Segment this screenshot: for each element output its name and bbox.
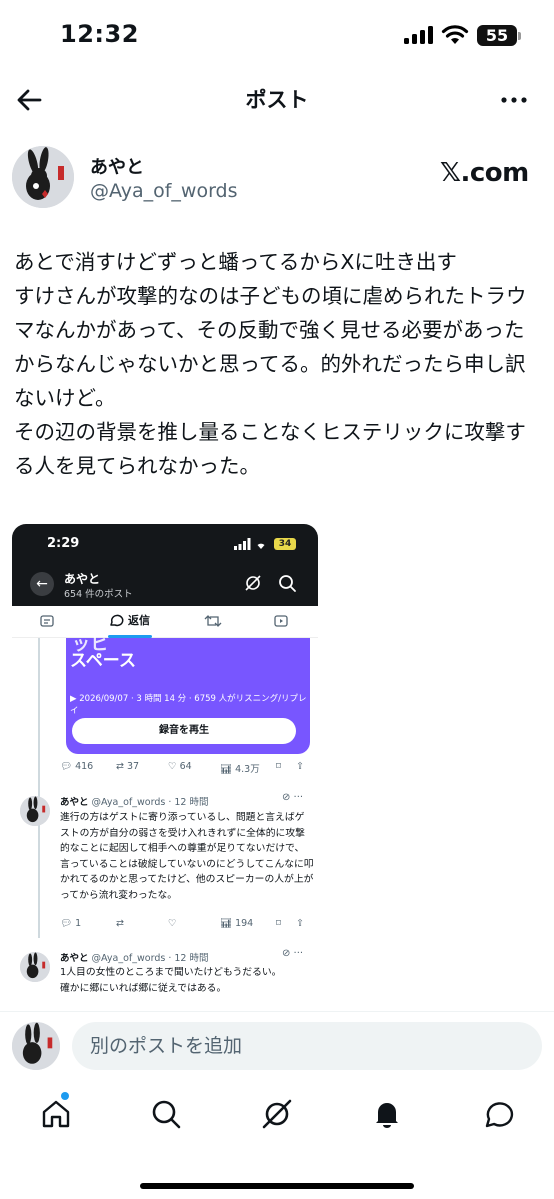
bookmark-icon: ⌑	[276, 918, 281, 929]
embedded-reply1-more-icon: ⊘ ···	[282, 792, 304, 803]
embedded-reply1-views: 📊︎ 194	[220, 918, 254, 929]
avatar-rabbit-image	[12, 146, 74, 208]
embedded-post-count: 654 件のポスト	[64, 589, 133, 600]
wifi-icon	[441, 25, 469, 44]
status-time: 12:32	[60, 20, 139, 48]
battery-icon: 55	[477, 25, 517, 46]
battery-cap	[518, 32, 521, 40]
author-handle[interactable]: @Aya_of_words	[90, 180, 238, 202]
search-icon[interactable]	[148, 1096, 184, 1132]
composer-avatar	[12, 1022, 60, 1070]
embedded-reply-tab-icon	[110, 614, 124, 627]
embedded-reply1-name: あやと	[60, 797, 89, 808]
notifications-icon[interactable]	[369, 1096, 405, 1132]
embedded-reply2-avatar	[20, 952, 50, 982]
source-label: 𝕏.com	[440, 158, 529, 188]
repost-icon: ⇄	[116, 761, 124, 772]
space-card-meta-text: 2026/09/07 · 3 時間 14 分 · 6759 人がリスニング/リプ…	[70, 694, 307, 716]
author-avatar[interactable]	[12, 146, 74, 208]
embedded-reply1-replies: 💬︎ 1	[60, 918, 82, 929]
messages-icon[interactable]	[480, 1096, 516, 1132]
bottom-nav	[0, 1086, 554, 1146]
embedded-status-time: 2:29	[47, 536, 80, 551]
embedded-reply2-header: あやと @Aya_of_words · 12 時間	[60, 950, 208, 964]
embedded-like-count: ♡ 64	[168, 761, 192, 772]
like-icon: ♡	[168, 761, 177, 772]
views-icon: 📊︎	[220, 764, 233, 775]
embedded-reply1-text: 進行の方はゲストに寄り添っているし、問題と言えばゲストの方が自分の弱さを受け入れ…	[60, 812, 314, 901]
like-icon: ♡	[168, 918, 177, 929]
status-bar: 12:32 55	[0, 0, 554, 70]
embedded-view-count: 📊︎ 4.3万	[220, 764, 260, 775]
embedded-tabs: 返信	[12, 606, 318, 638]
space-card-title: スペース	[70, 651, 136, 671]
embedded-back-icon: ←	[30, 572, 54, 596]
cellular-signal-icon	[404, 26, 434, 44]
embedded-battery: 34	[274, 538, 296, 550]
embedded-grok-icon	[245, 575, 261, 591]
embedded-thread-line	[38, 638, 40, 938]
grok-icon[interactable]	[259, 1096, 295, 1132]
embedded-reply-count: 💬︎ 416	[60, 761, 94, 772]
embedded-reply1-header: あやと @Aya_of_words · 12 時間	[60, 794, 208, 808]
embedded-media-tab-icon	[274, 615, 288, 627]
embedded-header: 2:29 34 ← あやと 654 件のポスト	[12, 524, 318, 606]
embedded-share-icon: ⇪	[296, 761, 304, 772]
home-notification-dot	[61, 1092, 69, 1100]
embedded-reply2-more-icon: ⊘ ···	[282, 948, 304, 959]
embedded-tab-replies: 返信	[128, 614, 150, 627]
reply-icon: 💬︎	[60, 918, 73, 929]
divider	[0, 1011, 554, 1012]
embedded-space-card: ッヒ スペース ▶ 2026/09/07 · 3 時間 14 分 · 6759 …	[66, 634, 310, 754]
embedded-search-icon	[279, 575, 296, 592]
home-icon[interactable]	[38, 1096, 74, 1132]
more-options-icon[interactable]	[496, 82, 532, 118]
space-card-meta: ▶ 2026/09/07 · 3 時間 14 分 · 6759 人がリスニング/…	[70, 694, 307, 716]
embedded-bookmark-icon: ⌑	[276, 761, 281, 772]
battery-level: 55	[485, 26, 509, 45]
author-name[interactable]: あやと	[90, 153, 144, 179]
page-title: ポスト	[245, 88, 309, 112]
embedded-reply1-actions: 💬︎ 1 ⇄ ♡ 📊︎ 194 ⌑ ⇪	[60, 918, 310, 934]
embedded-posts-tab-icon	[40, 615, 54, 627]
repost-icon: ⇄	[116, 918, 124, 929]
embedded-repost-count: ⇄ 37	[116, 761, 140, 772]
embedded-reply2-name: あやと	[60, 953, 89, 964]
share-icon: ⇪	[296, 918, 304, 929]
views-icon: 📊︎	[220, 918, 233, 929]
add-post-input[interactable]: 別のポストを追加	[72, 1022, 542, 1070]
embedded-reply1-meta: @Aya_of_words · 12 時間	[91, 797, 209, 808]
top-header: ポスト	[0, 70, 554, 130]
embedded-reply1-avatar	[20, 796, 50, 826]
embedded-signal-icon	[234, 538, 265, 550]
reply-icon: 💬︎	[60, 761, 73, 772]
attached-image[interactable]: 2:29 34 ← あやと 654 件のポスト 返信 ッヒ スペース ▶ 202…	[12, 524, 318, 1012]
play-recording-button: 録音を再生	[72, 718, 296, 744]
home-indicator	[140, 1183, 414, 1189]
embedded-reply2-meta: @Aya_of_words · 12 時間	[91, 953, 209, 964]
post-text: あとで消すけどずっと蟠ってるからXに吐き出す すけさんが攻撃的なのは子どもの頃に…	[14, 250, 527, 478]
embedded-repost-tab-icon	[204, 615, 222, 627]
embedded-profile-name: あやと	[64, 572, 101, 586]
embedded-card-actions: 💬︎ 416 ⇄ 37 ♡ 64 📊︎ 4.3万 ⌑ ⇪	[60, 761, 310, 777]
embedded-reply2-text: 1人目の女性のところまで聞いたけどもうだるい。 確かに郷にいれば郷に従えではある…	[60, 967, 282, 994]
